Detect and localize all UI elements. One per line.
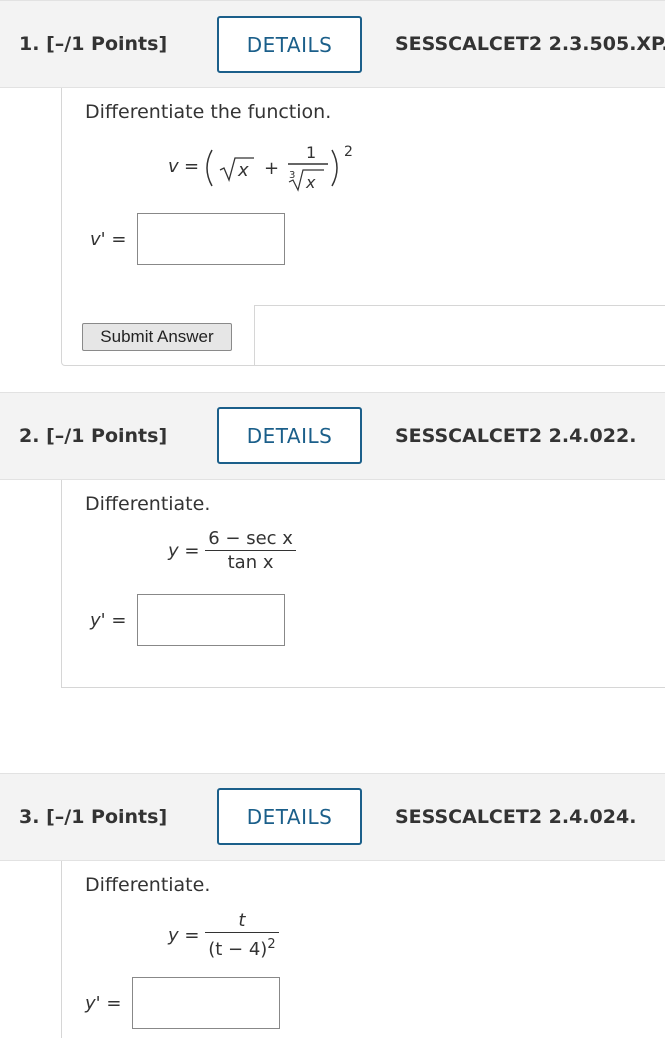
q1-plus: + <box>264 158 279 179</box>
question-source: SESSCALCET2 2.4.024. <box>395 806 637 828</box>
q3-fraction: t (t − 4)2 <box>205 910 279 962</box>
answer-label: y' = <box>90 610 127 631</box>
question-2-title: 2. [–/1 Points] <box>19 393 167 479</box>
q3-denominator: (t − 4)2 <box>205 933 278 962</box>
question-number: 3. <box>19 806 40 828</box>
divider <box>254 305 255 366</box>
q1-eq: = <box>184 156 199 177</box>
answer-label: v' = <box>90 229 127 250</box>
q1-equation: v = x + 1 3 x 2 <box>168 138 368 203</box>
answer-label: y' = <box>85 993 122 1014</box>
q1-sqrt-arg: x <box>237 160 249 181</box>
question-number: 2. <box>19 425 40 447</box>
submit-answer-button[interactable]: Submit Answer <box>82 323 232 351</box>
question-prompt: Differentiate. <box>85 493 211 515</box>
q3-numerator: t <box>205 910 279 933</box>
q3-denominator-exponent: 2 <box>267 937 276 952</box>
q2-equation: y = 6 − sec x tan x <box>168 528 296 575</box>
q1-exponent: 2 <box>344 144 353 160</box>
q3-denominator-base: (t − 4) <box>208 939 268 960</box>
details-button[interactable]: DETAILS <box>217 788 362 845</box>
q1-numerator: 1 <box>306 143 316 162</box>
question-source: SESSCALCET2 2.3.505.XP. <box>395 33 665 55</box>
question-points: [–/1 Points] <box>46 33 168 55</box>
q2-numerator: 6 − sec x <box>205 528 296 551</box>
question-points: [–/1 Points] <box>46 425 168 447</box>
question-points: [–/1 Points] <box>46 806 168 828</box>
answer-input[interactable] <box>132 977 280 1029</box>
q1-root-arg: x <box>305 173 316 192</box>
details-button[interactable]: DETAILS <box>217 16 362 73</box>
q2-fraction: 6 − sec x tan x <box>205 528 296 575</box>
question-number: 1. <box>19 33 40 55</box>
q3-lhs: y <box>168 925 179 946</box>
question-3-title: 3. [–/1 Points] <box>19 774 167 860</box>
question-source: SESSCALCET2 2.4.022. <box>395 425 637 447</box>
details-button[interactable]: DETAILS <box>217 407 362 464</box>
question-prompt: Differentiate the function. <box>85 101 332 123</box>
question-prompt: Differentiate. <box>85 874 211 896</box>
q2-eq: = <box>184 540 200 562</box>
answer-input[interactable] <box>137 594 285 646</box>
question-2-header: 2. [–/1 Points] DETAILS SESSCALCET2 2.4.… <box>0 392 665 480</box>
question-1-title: 1. [–/1 Points] <box>19 1 167 87</box>
q1-equation-svg: v = x + 1 3 x 2 <box>168 143 353 192</box>
question-1-header: 1. [–/1 Points] DETAILS SESSCALCET2 2.3.… <box>0 0 665 88</box>
q1-root-index: 3 <box>289 170 295 181</box>
q3-eq: = <box>184 925 200 946</box>
answer-input[interactable] <box>137 213 285 265</box>
divider <box>254 305 665 306</box>
q2-denominator: tan x <box>227 552 274 573</box>
q3-equation: y = t (t − 4)2 <box>168 910 279 962</box>
question-3-header: 3. [–/1 Points] DETAILS SESSCALCET2 2.4.… <box>0 773 665 861</box>
q1-lhs: v <box>168 156 179 177</box>
q2-lhs: y <box>168 540 179 562</box>
